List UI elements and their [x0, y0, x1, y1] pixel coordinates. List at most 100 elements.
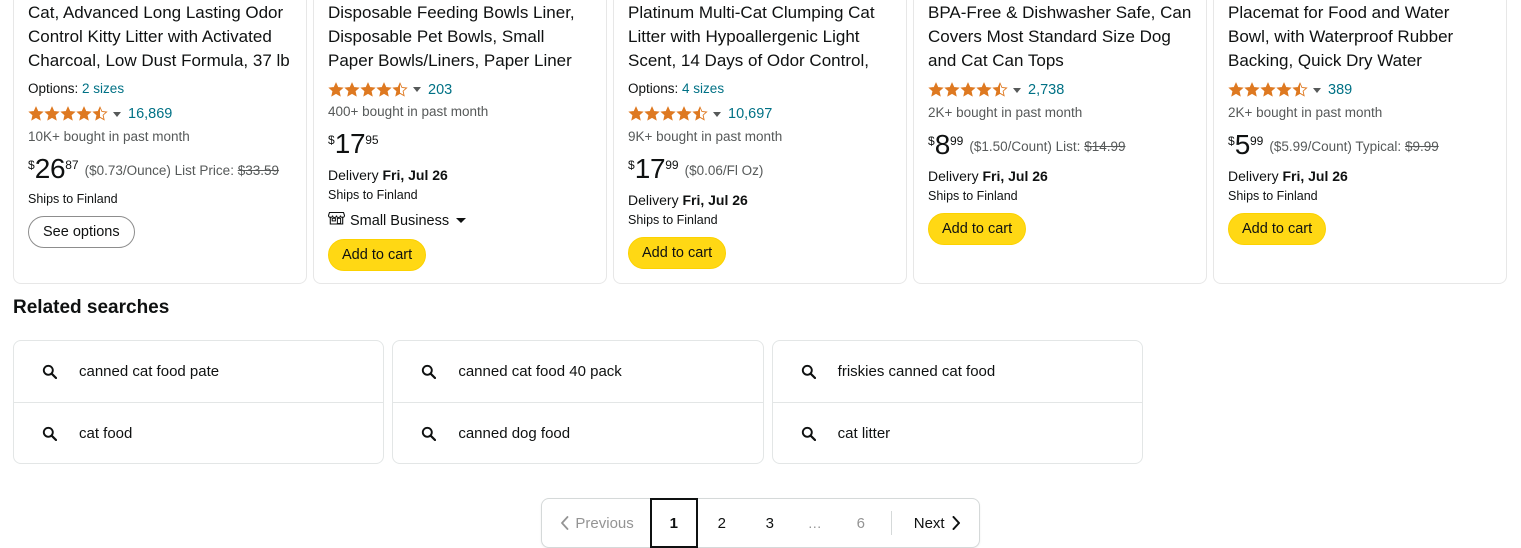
chevron-down-icon[interactable] [1313, 87, 1321, 93]
product-rating-row[interactable]: 389 [1228, 80, 1492, 100]
related-search-label: friskies canned cat food [837, 363, 996, 380]
product-title[interactable]: Platinum Multi-Cat Clumping Cat Litter w… [628, 1, 892, 73]
product-price-symbol: $ [28, 158, 35, 172]
product-title[interactable]: Disposable Feeding Bowls Liner, Disposab… [328, 1, 592, 73]
pagination: Previous 1 2 3 … 6 Next [541, 498, 980, 548]
product-rating-row[interactable]: 2,738 [928, 80, 1192, 100]
product-list-price: $33.59 [237, 163, 280, 178]
product-card[interactable]: BPA-Free & Dishwasher Safe, Can Covers M… [913, 0, 1207, 284]
product-list-price-label: List Price: [174, 163, 234, 178]
product-price-symbol: $ [628, 158, 635, 172]
product-delivery-label: Delivery [628, 192, 679, 208]
product-title[interactable]: BPA-Free & Dishwasher Safe, Can Covers M… [928, 1, 1192, 73]
related-search-item[interactable]: cat food [14, 402, 384, 463]
product-review-count[interactable]: 2,738 [1028, 82, 1064, 98]
pagination-next-button[interactable]: Next [898, 499, 979, 547]
product-title[interactable]: Placemat for Food and Water Bowl, with W… [1228, 1, 1492, 73]
product-price-row: $17 95 [328, 129, 592, 158]
product-rating-row[interactable]: 203 [328, 80, 592, 99]
star-icon [928, 82, 1008, 98]
related-searches-section: Related searches canned cat food pate cat… [13, 297, 1143, 464]
related-search-item[interactable]: canned dog food [393, 402, 763, 463]
related-search-item[interactable]: canned cat food pate [14, 341, 383, 402]
product-list-price-label: List: [1055, 139, 1081, 154]
related-search-item[interactable]: canned cat food 40 pack [393, 341, 762, 402]
product-price-whole: 8 [934, 129, 951, 160]
search-icon [801, 426, 816, 441]
product-delivery: Delivery Fri, Jul 26 [1228, 166, 1492, 186]
search-icon [801, 364, 816, 380]
chevron-down-icon[interactable] [413, 87, 421, 92]
pagination-page-1[interactable]: 1 [649, 498, 698, 548]
product-delivery-label: Delivery [1228, 168, 1279, 184]
related-searches-grid: canned cat food pate cat food canned cat f… [13, 340, 1143, 464]
pagination-page-3[interactable]: 3 [746, 499, 794, 547]
product-options[interactable]: Options: 2 sizes [28, 80, 292, 98]
product-bought-count: 9K+ bought in past month [628, 129, 783, 144]
product-delivery: Delivery Fri, Jul 26 [628, 190, 892, 210]
pagination-previous-label: Previous [575, 514, 634, 532]
product-price: $5 99 [1228, 130, 1263, 159]
product-price-row: $5 99 ($5.99/Count) Typical: $9.99 [1228, 130, 1492, 159]
pagination-page-3-label: 3 [765, 514, 774, 532]
product-price-row: $8 99 ($1.50/Count) List: $14.99 [928, 130, 1192, 159]
related-search-label: cat food [79, 424, 133, 442]
related-searches-title: Related searches [13, 297, 170, 318]
chevron-down-icon[interactable] [713, 111, 721, 117]
related-search-label: canned cat food 40 pack [458, 363, 622, 380]
product-card[interactable]: Cat, Advanced Long Lasting Odor Control … [13, 0, 307, 284]
product-price-secondary: ($1.50/Count) List: $14.99 [969, 138, 1125, 156]
product-price-secondary: ($5.99/Count) Typical: $9.99 [1269, 138, 1438, 156]
chevron-right-icon [952, 516, 961, 530]
chevron-left-icon [560, 516, 569, 530]
product-review-count[interactable]: 10,697 [728, 106, 772, 122]
pagination-page-1-label: 1 [669, 514, 678, 532]
pagination-page-2-label: 2 [717, 514, 726, 532]
product-price-fraction: 95 [365, 133, 379, 147]
add-to-cart-button[interactable]: Add to cart [628, 237, 727, 269]
add-to-cart-button[interactable]: Add to cart [928, 213, 1027, 245]
product-options-value[interactable]: 4 sizes [682, 81, 724, 96]
pagination-next-label: Next [913, 514, 945, 532]
product-list-price: $9.99 [1404, 139, 1439, 154]
product-card[interactable]: Placemat for Food and Water Bowl, with W… [1213, 0, 1507, 284]
product-options-value[interactable]: 2 sizes [82, 81, 124, 96]
product-rating-row[interactable]: 16,869 [28, 104, 292, 124]
product-ships-to: Ships to Finland [928, 189, 1018, 203]
see-options-button[interactable]: See options [28, 216, 135, 248]
related-search-item[interactable]: friskies canned cat food [773, 341, 1142, 402]
product-delivery-date: Fri, Jul 26 [982, 168, 1048, 184]
product-unit-price: ($0.06/Fl Oz) [684, 163, 764, 178]
product-rating-row[interactable]: 10,697 [628, 104, 892, 124]
product-price-whole: 26 [34, 153, 66, 184]
product-price-whole: 17 [634, 153, 666, 184]
add-to-cart-button[interactable]: Add to cart [1228, 213, 1327, 245]
add-to-cart-button[interactable]: Add to cart [328, 239, 427, 271]
product-title[interactable]: Cat, Advanced Long Lasting Odor Control … [28, 1, 292, 73]
product-price-secondary: ($0.73/Ounce) List Price: $33.59 [85, 162, 279, 180]
product-review-count[interactable]: 389 [1328, 82, 1352, 98]
product-results-row: Cat, Advanced Long Lasting Odor Control … [0, 0, 1521, 284]
pagination-page-2[interactable]: 2 [698, 499, 746, 547]
chevron-down-icon[interactable] [113, 111, 121, 117]
related-search-label: canned dog food [458, 424, 571, 442]
product-ships-to: Ships to Finland [628, 213, 718, 227]
product-list-price: $14.99 [1084, 139, 1126, 154]
related-search-item[interactable]: cat litter [772, 402, 1142, 463]
pagination-ellipsis: … [807, 515, 823, 531]
product-price-fraction: 87 [65, 158, 79, 172]
chevron-down-icon[interactable] [456, 218, 467, 223]
search-results-page: Cat, Advanced Long Lasting Odor Control … [0, 0, 1521, 548]
product-review-count[interactable]: 203 [428, 82, 452, 98]
chevron-down-icon[interactable] [1013, 87, 1021, 93]
product-price-fraction: 99 [1249, 134, 1264, 148]
pagination-previous-button[interactable]: Previous [542, 499, 649, 547]
small-business-badge[interactable]: Small Business [327, 210, 592, 231]
product-card[interactable]: Platinum Multi-Cat Clumping Cat Litter w… [613, 0, 907, 284]
product-price-whole: 5 [1234, 129, 1251, 160]
product-card[interactable]: Disposable Feeding Bowls Liner, Disposab… [313, 0, 607, 284]
star-icon [328, 81, 408, 98]
product-options[interactable]: Options: 4 sizes [628, 80, 892, 98]
product-review-count[interactable]: 16,869 [128, 106, 172, 122]
product-delivery-date: Fri, Jul 26 [382, 167, 448, 183]
